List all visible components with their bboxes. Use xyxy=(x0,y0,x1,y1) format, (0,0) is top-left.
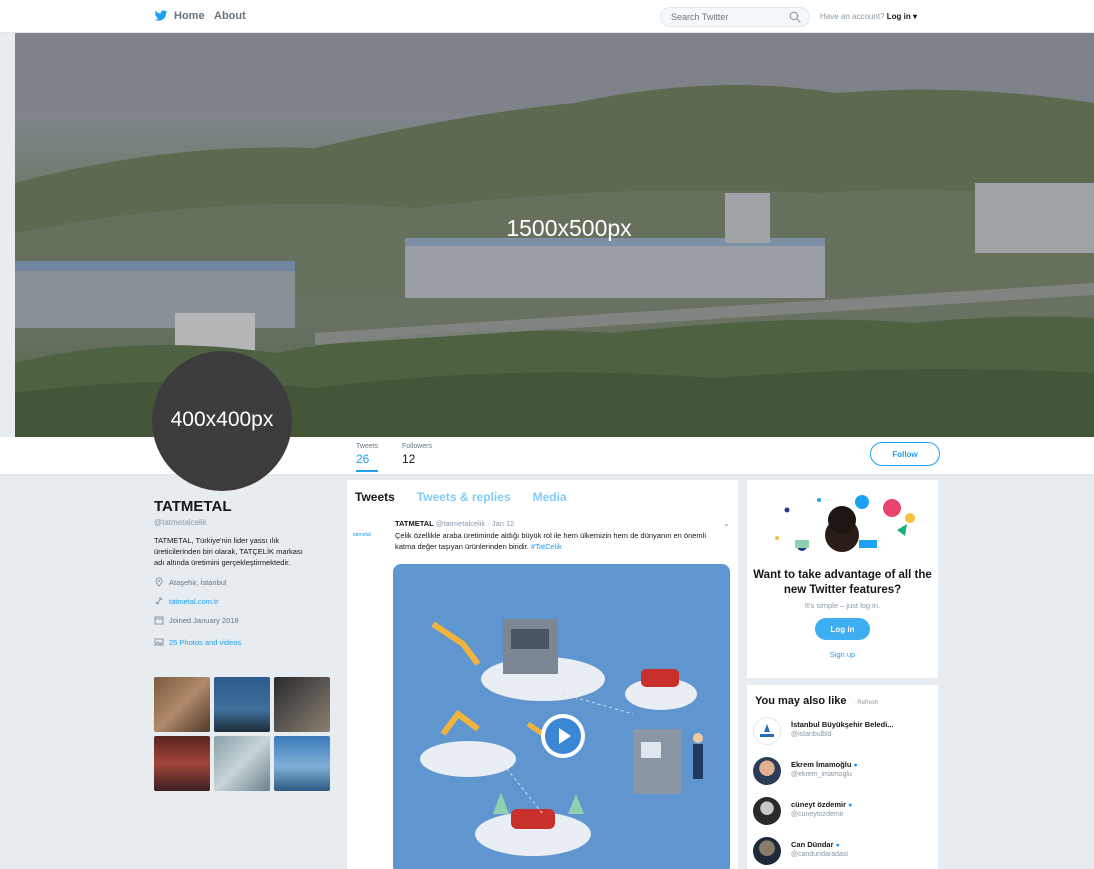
search-box[interactable] xyxy=(660,7,810,27)
tweet-text: Çelik özellikle araba üretiminde aldığı … xyxy=(395,530,715,552)
chevron-down-icon[interactable]: ⌄ xyxy=(723,519,730,528)
promo-illustration xyxy=(775,495,915,552)
tab-media[interactable]: Media xyxy=(533,490,567,504)
tweet-author-name[interactable]: TATMETAL xyxy=(395,519,434,528)
search-icon[interactable] xyxy=(789,11,801,23)
about-nav-link[interactable]: About xyxy=(214,10,246,22)
link-icon xyxy=(155,597,163,605)
home-label: Home xyxy=(174,10,205,22)
media-thumbnail-grid xyxy=(154,677,330,791)
avatar[interactable] xyxy=(753,757,781,785)
tweets-stat-label: Tweets xyxy=(356,443,379,450)
suggestion-name[interactable]: Can Dündar ● xyxy=(791,840,840,849)
refresh-link[interactable]: · Refresh xyxy=(854,700,879,706)
you-may-also-like-card: You may also like · Refresh İstanbul Büy… xyxy=(747,685,938,869)
suggestion-handle: @ekrem_imamoglu xyxy=(791,771,852,778)
suggestion-name[interactable]: cüneyt özdemir ● xyxy=(791,800,852,809)
home-nav-link[interactable]: Home xyxy=(154,10,205,22)
twitter-bird-icon xyxy=(154,10,168,21)
login-promo-card: Want to take advantage of all the new Tw… xyxy=(747,480,938,678)
media-thumbnail[interactable] xyxy=(154,736,210,791)
calendar-icon xyxy=(154,616,164,625)
tweet-header: TATMETAL @tatmetalcelik · Jan 12 xyxy=(395,519,514,528)
photos-row: 25 Photos and videos xyxy=(154,637,334,647)
suggestion-item[interactable]: İstanbul Büyükşehir Beledi... @istanbulb… xyxy=(753,717,933,749)
login-prompt-text: Have an account? xyxy=(820,12,885,21)
login-button[interactable]: Log in xyxy=(815,618,870,640)
media-thumbnail[interactable] xyxy=(214,736,270,791)
tweet-tabs: Tweets Tweets & replies Media xyxy=(355,490,567,504)
login-prompt: Have an account? Log in ▾ xyxy=(820,12,917,21)
suggestion-item[interactable]: Can Dündar ● @candundaradasi xyxy=(753,837,933,869)
video-play-button[interactable] xyxy=(541,714,585,758)
suggestion-name[interactable]: İstanbul Büyükşehir Beledi... xyxy=(791,720,894,729)
suggestion-name-text: Ekrem İmamoğlu xyxy=(791,760,852,769)
top-navigation-bar: Home About Have an account? Log in ▾ xyxy=(0,0,1094,33)
play-icon xyxy=(545,718,581,754)
suggestion-item[interactable]: cüneyt özdemir ● @cuneytozdemir xyxy=(753,797,933,829)
profile-handle[interactable]: @tatmetalcelik xyxy=(154,518,334,527)
media-thumbnail[interactable] xyxy=(274,736,330,791)
avatar[interactable] xyxy=(753,717,781,745)
profile-name[interactable]: TATMETAL xyxy=(154,498,334,515)
media-thumbnail[interactable] xyxy=(154,677,210,732)
location-row: Ataşehir, İstanbul xyxy=(154,577,334,587)
media-thumbnail[interactable] xyxy=(274,677,330,732)
promo-title: Want to take advantage of all the new Tw… xyxy=(753,569,932,596)
verified-badge-icon: ● xyxy=(853,762,858,769)
avatar-size-label: 400x400px xyxy=(170,408,274,431)
suggestion-item[interactable]: Ekrem İmamoğlu ● @ekrem_imamoglu xyxy=(753,757,933,789)
suggestion-handle: @cuneytozdemir xyxy=(791,811,844,818)
joined-text: Joined January 2018 xyxy=(169,615,239,625)
tweet-hashtag[interactable]: #TatCelik xyxy=(531,542,562,551)
suggestion-name-text: Can Dündar xyxy=(791,840,834,849)
follow-button[interactable]: Follow xyxy=(870,442,940,466)
tweet-video[interactable] xyxy=(393,564,730,869)
avatar[interactable] xyxy=(753,837,781,865)
tweet-author-avatar[interactable]: tatmetal xyxy=(353,532,377,540)
photo-icon xyxy=(154,638,164,646)
tweets-stat-value: 26 xyxy=(356,452,370,466)
tweets-stat[interactable]: Tweets 26 xyxy=(356,443,379,472)
suggestion-name-text: cüneyt özdemir xyxy=(791,800,847,809)
suggestion-handle: @candundaradasi xyxy=(791,851,848,858)
tweets-timeline: Tweets Tweets & replies Media tatmetal T… xyxy=(347,480,738,869)
location-pin-icon xyxy=(155,577,163,587)
suggestions-title: You may also like · Refresh xyxy=(755,695,878,707)
search-input[interactable] xyxy=(669,10,779,24)
profile-bio: TATMETAL, Türkiye'nin lider yassı ılık ü… xyxy=(154,536,303,567)
profile-card: TATMETAL @tatmetalcelik TATMETAL, Türkiy… xyxy=(154,498,334,647)
avatar[interactable] xyxy=(753,797,781,825)
verified-badge-icon: ● xyxy=(835,842,840,849)
website-link[interactable]: tatmetal.com.tr xyxy=(169,597,219,606)
promo-subtitle: It's simple – just log in. xyxy=(804,601,881,610)
followers-stat-value: 12 xyxy=(402,452,416,466)
signup-link[interactable]: Sign up xyxy=(747,650,938,659)
website-row: tatmetal.com.tr xyxy=(154,596,334,606)
tweet-handle-date[interactable]: @tatmetalcelik · Jan 12 xyxy=(436,519,514,528)
tab-tweets-and-replies[interactable]: Tweets & replies xyxy=(417,490,511,504)
followers-stat[interactable]: Followers 12 xyxy=(402,443,432,466)
verified-badge-icon: ● xyxy=(848,802,853,809)
photos-videos-link[interactable]: 25 Photos and videos xyxy=(169,638,241,647)
suggestion-handle: @istanbulbld xyxy=(791,731,832,738)
tab-tweets[interactable]: Tweets xyxy=(355,490,395,504)
joined-row: Joined January 2018 xyxy=(154,615,334,625)
profile-avatar[interactable]: 400x400px xyxy=(152,351,292,491)
media-thumbnail[interactable] xyxy=(214,677,270,732)
followers-stat-label: Followers xyxy=(402,443,432,450)
location-text: Ataşehir, İstanbul xyxy=(169,577,227,587)
suggestion-name[interactable]: Ekrem İmamoğlu ● xyxy=(791,760,858,769)
login-dropdown-link[interactable]: Log in ▾ xyxy=(887,12,917,21)
banner-size-label: 1500x500px xyxy=(506,215,632,241)
suggestions-title-text: You may also like xyxy=(755,695,847,707)
